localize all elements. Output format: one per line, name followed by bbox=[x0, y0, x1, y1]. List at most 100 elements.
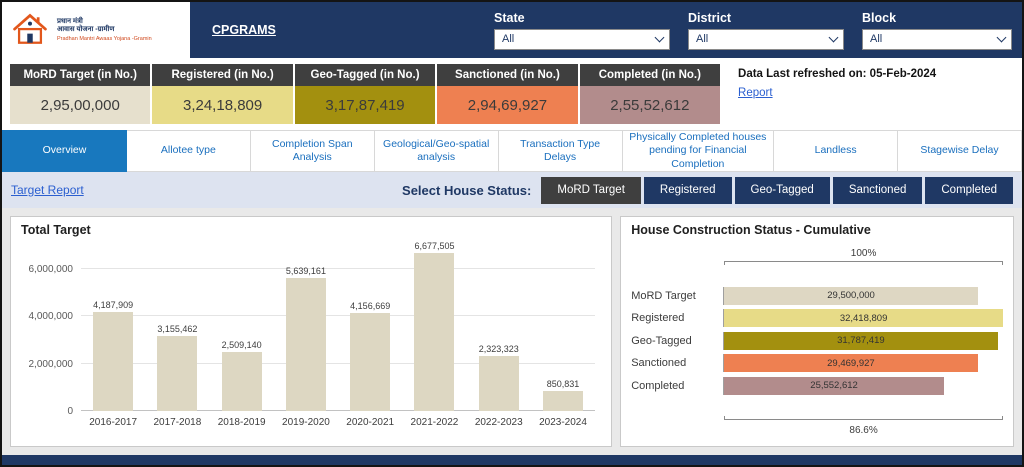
data-refresh-text: Data Last refreshed on: 05-Feb-2024 bbox=[738, 68, 937, 80]
tab-overview[interactable]: Overview bbox=[2, 130, 127, 172]
kpi-card-completed: Completed (in No.) 2,55,52,612 bbox=[579, 64, 721, 124]
kpi-label: Sanctioned (in No.) bbox=[437, 64, 578, 86]
target-bar[interactable] bbox=[350, 312, 391, 411]
bar-track: 32,418,809 bbox=[723, 309, 1003, 327]
bar-value-label: 3,155,462 bbox=[157, 324, 198, 335]
status-bar-value: 31,787,419 bbox=[837, 335, 885, 346]
status-row: Sanctioned 29,469,927 bbox=[631, 354, 1003, 372]
total-target-panel: Total Target 0 2,000,000 4,000,000 6,000,00… bbox=[10, 216, 613, 447]
district-dropdown-value: All bbox=[696, 33, 709, 45]
status-row: Geo-Tagged 31,787,419 bbox=[631, 331, 1003, 350]
status-bar[interactable]: 31,787,419 bbox=[724, 331, 998, 350]
chart-bars: 4,187,909 2016-2017 3,155,462 2017-2018 2,50… bbox=[81, 241, 595, 429]
bar-column: 6,677,505 2021-2022 bbox=[411, 241, 459, 429]
bar-track: 25,552,612 bbox=[723, 376, 1003, 395]
logo-text: प्रधान मंत्री आवास योजना -ग्रामीण Pradha… bbox=[57, 18, 152, 42]
refresh-info: Data Last refreshed on: 05-Feb-2024 Repo… bbox=[722, 64, 1015, 124]
status-button-registered[interactable]: Registered bbox=[643, 176, 732, 204]
state-dropdown[interactable]: All bbox=[494, 28, 670, 50]
bar-track: 31,787,419 bbox=[723, 331, 1003, 350]
bar-value-label: 2,509,140 bbox=[221, 339, 262, 350]
x-axis-label: 2021-2022 bbox=[410, 416, 459, 428]
kpi-card-mord-target: MoRD Target (in No.) 2,95,00,000 bbox=[10, 64, 151, 124]
y-axis-tick-label: 2,000,000 bbox=[28, 358, 74, 370]
cpgrams-link[interactable]: CPGRAMS bbox=[212, 23, 276, 37]
tab-landless[interactable]: Landless bbox=[774, 130, 899, 172]
target-bar[interactable] bbox=[285, 277, 326, 411]
status-bar[interactable]: 29,500,000 bbox=[724, 286, 978, 305]
bar-track: 29,500,000 bbox=[723, 286, 1003, 305]
status-bar[interactable]: 25,552,612 bbox=[724, 376, 944, 395]
district-dropdown[interactable]: All bbox=[688, 28, 844, 50]
bottom-percentage-label: 86.6% bbox=[849, 425, 878, 436]
tab-transaction-type-delays[interactable]: Transaction Type Delays bbox=[498, 130, 623, 172]
target-report-link[interactable]: Target Report bbox=[11, 183, 84, 197]
x-axis-label: 2019-2020 bbox=[282, 416, 330, 428]
tab-bar: Overview Allotee type Completion Span An… bbox=[2, 130, 1022, 172]
status-category-label: Sanctioned bbox=[631, 357, 687, 369]
target-bar[interactable] bbox=[414, 253, 455, 411]
total-target-bar-chart: 0 2,000,000 4,000,000 6,000,000 4,187,909 20… bbox=[21, 241, 601, 429]
bar-value-label: 2,323,323 bbox=[478, 344, 519, 355]
y-axis-tick-label: 6,000,000 bbox=[28, 264, 74, 275]
kpi-label: Completed (in No.) bbox=[579, 64, 721, 86]
house-status-selector: Select House Status: MoRD Target Registe… bbox=[402, 176, 1013, 204]
kpi-value: 2,95,00,000 bbox=[10, 86, 151, 124]
status-button-sanctioned[interactable]: Sanctioned bbox=[832, 176, 923, 204]
block-dropdown-value: All bbox=[870, 33, 883, 45]
status-button-mord-target[interactable]: MoRD Target bbox=[541, 176, 641, 204]
charts-area: Total Target 0 2,000,000 4,000,000 6,000,00… bbox=[2, 208, 1022, 455]
x-axis-label: 2023-2024 bbox=[539, 416, 587, 428]
block-dropdown[interactable]: All bbox=[862, 28, 1012, 50]
x-axis-label: 2022-2023 bbox=[474, 416, 523, 428]
total-target-title: Total Target bbox=[21, 223, 91, 237]
status-category-label: Geo-Tagged bbox=[631, 334, 692, 347]
status-button-geo-tagged[interactable]: Geo-Tagged bbox=[734, 176, 830, 204]
bar-column: 3,155,462 2017-2018 bbox=[153, 241, 201, 429]
status-row: Completed 25,552,612 bbox=[631, 376, 1003, 395]
kpi-card-registered: Registered (in No.) 3,24,18,809 bbox=[152, 64, 293, 124]
tab-geological-geo-spatial-analysis[interactable]: Geological/Geo-spatial analysis bbox=[374, 130, 499, 172]
state-filter-label: State bbox=[494, 10, 525, 25]
construction-status-panel: House Construction Status - Cumulative 1… bbox=[620, 216, 1014, 447]
y-axis-tick-label: 4,000,000 bbox=[28, 311, 74, 323]
chevron-down-icon bbox=[996, 32, 1007, 42]
district-filter: District All bbox=[688, 11, 844, 50]
filter-bar: State All District All Block All bbox=[494, 11, 1022, 50]
status-bar[interactable]: 32,418,809 bbox=[724, 309, 1003, 327]
target-bar[interactable] bbox=[93, 311, 134, 411]
status-bar-value: 25,552,612 bbox=[810, 380, 858, 391]
target-bar[interactable] bbox=[478, 356, 519, 411]
tab-completion-span-analysis[interactable]: Completion Span Analysis bbox=[250, 130, 375, 172]
bar-track: 29,469,927 bbox=[723, 354, 1003, 372]
state-filter: State All bbox=[494, 11, 670, 50]
tab-physically-completed-pending-financial[interactable]: Physically Completed houses pending for … bbox=[622, 130, 775, 172]
x-axis-label: 2020-2021 bbox=[346, 416, 395, 428]
target-bar[interactable] bbox=[221, 351, 262, 411]
target-bar[interactable] bbox=[157, 336, 198, 411]
construction-status-title: House Construction Status - Cumulative bbox=[631, 223, 871, 237]
status-category-label: Completed bbox=[631, 379, 685, 392]
status-button-completed[interactable]: Completed bbox=[925, 176, 1013, 204]
bar-column: 850,831 2023-2024 bbox=[539, 241, 587, 429]
bar-column: 5,639,161 2019-2020 bbox=[282, 241, 330, 429]
block-filter-label: Block bbox=[862, 10, 897, 25]
logo-hindi-line2: आवास योजना -ग्रामीण bbox=[57, 25, 115, 33]
report-link[interactable]: Report bbox=[738, 87, 773, 99]
bar-value-label: 5,639,161 bbox=[285, 265, 326, 276]
bar-value-label: 850,831 bbox=[546, 378, 580, 389]
tab-allotee-type[interactable]: Allotee type bbox=[126, 130, 251, 172]
bar-column: 2,323,323 2022-2023 bbox=[475, 241, 523, 429]
status-row: MoRD Target 29,500,000 bbox=[631, 286, 1003, 305]
status-bar[interactable]: 29,469,927 bbox=[724, 354, 978, 372]
kpi-value: 2,55,52,612 bbox=[579, 86, 721, 124]
target-bar[interactable] bbox=[542, 390, 583, 411]
top-percentage-annotation: 100% bbox=[724, 243, 1003, 265]
top-header: प्रधान मंत्री आवास योजना -ग्रामीण Pradha… bbox=[2, 2, 1022, 58]
kpi-label: MoRD Target (in No.) bbox=[10, 64, 151, 86]
tab-stagewise-delay[interactable]: Stagewise Delay bbox=[898, 130, 1022, 172]
bracket-line bbox=[724, 261, 1003, 265]
top-percentage-label: 100% bbox=[850, 248, 877, 259]
status-category-label: MoRD Target bbox=[631, 289, 696, 302]
house-icon bbox=[13, 13, 47, 44]
